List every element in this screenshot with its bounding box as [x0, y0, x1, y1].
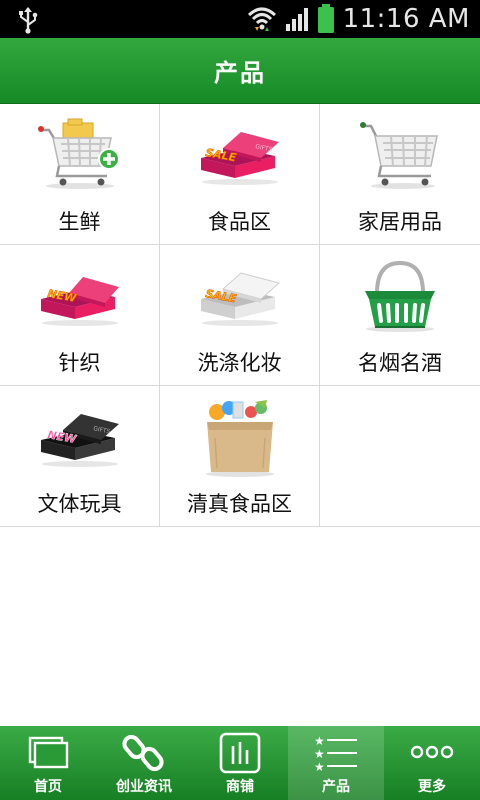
category-label: 清真食品区 — [187, 492, 292, 516]
category-grid: 生鲜 GIFTS SALE 食品区 家居用品 NEW 针织 SALE 洗涤化妆 … — [0, 104, 480, 527]
home-pages-icon — [28, 736, 69, 769]
category-item-food[interactable]: GIFTS SALE 食品区 — [160, 104, 320, 245]
nav-item-home[interactable]: 首页 — [0, 726, 96, 800]
signal-icon — [285, 8, 308, 31]
nav-item-news[interactable]: 创业资讯 — [96, 726, 192, 800]
category-label: 食品区 — [208, 210, 271, 234]
sale-box-white-icon: SALE — [200, 272, 280, 326]
empty-cell — [320, 386, 480, 527]
nav-item-stores[interactable]: 商铺 — [192, 726, 288, 800]
category-label: 洗涤化妆 — [197, 351, 282, 375]
category-label: 家居用品 — [358, 210, 442, 234]
more-dots-icon — [410, 745, 454, 759]
category-item-fresh[interactable]: 生鲜 — [0, 104, 160, 245]
category-label: 文体玩具 — [37, 492, 122, 516]
category-item-cosmetics[interactable]: SALE 洗涤化妆 — [160, 245, 320, 386]
nav-label: 商铺 — [226, 779, 254, 795]
nav-item-more[interactable]: 更多 — [384, 726, 480, 800]
title-bar: 产品 — [0, 38, 480, 104]
bottom-nav: 首页 创业资讯 商铺 ★ ★ ★ 产品 更多 — [0, 726, 480, 800]
nav-label: 更多 — [418, 779, 446, 795]
cart-icon — [360, 122, 438, 189]
basket-icon — [365, 260, 435, 332]
link-icon — [122, 734, 164, 772]
svg-text:★: ★ — [314, 747, 325, 761]
sale-box-pink-icon: GIFTS SALE — [200, 132, 279, 185]
wifi-icon — [247, 7, 276, 31]
category-label: 针织 — [58, 351, 101, 375]
svg-text:★: ★ — [314, 734, 325, 748]
category-item-knitwear[interactable]: NEW 针织 — [0, 245, 160, 386]
category-item-tobacco-wine[interactable]: 名烟名酒 — [320, 245, 480, 386]
nav-label: 产品 — [322, 779, 350, 795]
cart-add-icon — [37, 118, 120, 189]
new-box-pink-icon: NEW — [40, 277, 119, 326]
nav-item-products[interactable]: ★ ★ ★ 产品 — [288, 726, 384, 800]
status-time: 11:16 AM — [342, 4, 470, 34]
new-box-black-icon: GIFTS NEW — [40, 414, 119, 467]
status-bar: 11:16 AM — [0, 0, 480, 38]
category-label: 名烟名酒 — [358, 351, 442, 375]
category-item-halal[interactable]: 清真食品区 — [160, 386, 320, 527]
grocery-bag-icon — [205, 400, 274, 477]
category-item-sports-toys[interactable]: GIFTS NEW 文体玩具 — [0, 386, 160, 527]
star-list-icon: ★ ★ ★ — [314, 734, 357, 774]
nav-label: 首页 — [34, 779, 62, 795]
category-item-home[interactable]: 家居用品 — [320, 104, 480, 245]
battery-icon — [317, 4, 334, 33]
page-title: 产品 — [214, 59, 266, 87]
store-icon — [219, 732, 261, 774]
nav-label: 创业资讯 — [116, 779, 172, 795]
category-label: 生鲜 — [58, 210, 101, 234]
usb-icon — [19, 7, 38, 34]
svg-text:★: ★ — [314, 760, 325, 774]
